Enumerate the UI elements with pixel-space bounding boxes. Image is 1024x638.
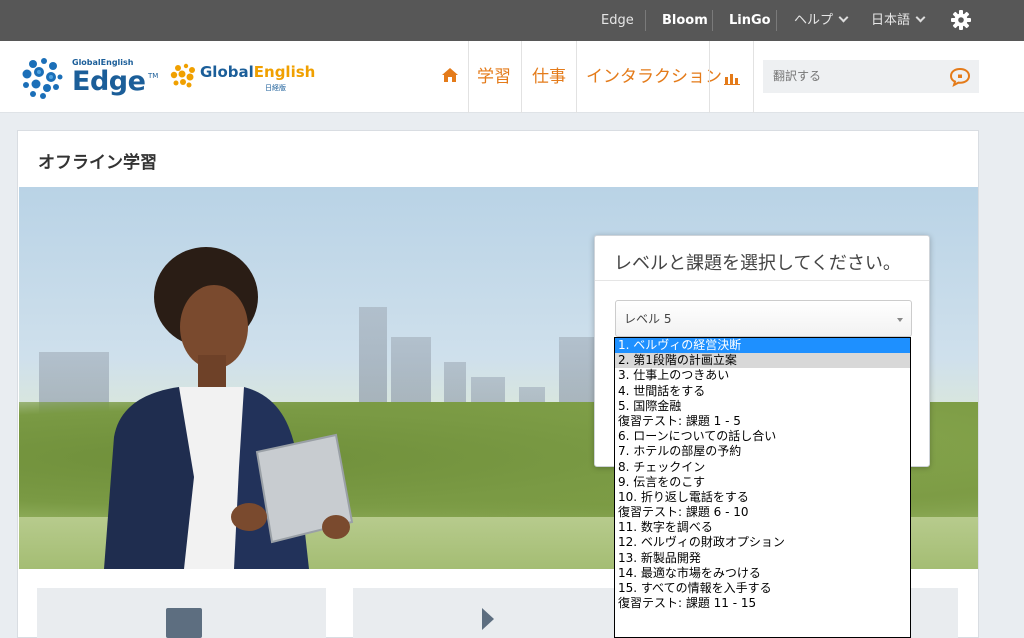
- translate-input[interactable]: [773, 60, 943, 93]
- lesson-option[interactable]: 12. ベルヴィの財政オプション: [615, 535, 910, 550]
- gear-icon[interactable]: [949, 8, 973, 32]
- topbar-link-lingo[interactable]: LinGo: [729, 0, 771, 41]
- lesson-dropdown-list[interactable]: 1. ベルヴィの経営決断 2. 第1段階の計画立案 3. 仕事上のつきあい 4. 世間…: [614, 337, 911, 638]
- logo-globalenglish-text: GlobalEnglish: [200, 63, 315, 81]
- nav-study[interactable]: 学習: [477, 41, 511, 113]
- lesson-option[interactable]: 13. 新製品開発: [615, 551, 910, 566]
- download-card[interactable]: [37, 588, 326, 638]
- lesson-option[interactable]: 7. ホテルの部屋の予約: [615, 444, 910, 459]
- lesson-option[interactable]: 14. 最適な市場をみつける: [615, 566, 910, 581]
- topbar-link-edge[interactable]: Edge: [601, 0, 634, 41]
- topbar-divider: [645, 10, 646, 31]
- level-select[interactable]: レベル 5: [615, 300, 912, 337]
- help-menu[interactable]: ヘルプ: [794, 0, 849, 41]
- logo-english-part: English: [253, 63, 316, 81]
- logo-global-part: Global: [200, 63, 254, 81]
- extra-card[interactable]: [911, 588, 958, 638]
- trademark-mark: TM: [148, 72, 159, 80]
- nav-divider: [521, 41, 522, 113]
- help-label: ヘルプ: [794, 13, 834, 28]
- lesson-option[interactable]: 復習テスト: 課題 6 - 10: [615, 505, 910, 520]
- nav-divider: [576, 41, 577, 113]
- translate-bubble-icon[interactable]: [949, 67, 971, 87]
- nav-divider: [468, 41, 469, 113]
- divider: [595, 280, 929, 281]
- globalenglish-logo-icon[interactable]: [168, 62, 198, 90]
- lesson-option[interactable]: 9. 伝言をのこす: [615, 475, 910, 490]
- lesson-option[interactable]: 6. ローンについての話し合い: [615, 429, 910, 444]
- nav-divider: [709, 41, 710, 113]
- media-card[interactable]: [353, 588, 614, 638]
- topbar-divider: [712, 10, 713, 31]
- topbar-link-bloom[interactable]: Bloom: [662, 0, 708, 41]
- lesson-option[interactable]: 11. 数字を調べる: [615, 520, 910, 535]
- lesson-option[interactable]: 3. 仕事上のつきあい: [615, 368, 910, 383]
- nav-divider: [753, 41, 754, 113]
- woman-with-tablet-image: [104, 247, 354, 569]
- chevron-down-icon: [915, 12, 926, 23]
- lesson-option[interactable]: 4. 世間話をする: [615, 384, 910, 399]
- logo-subtitle: 日経版: [265, 84, 286, 92]
- dialog-title: レベルと課題を選択してください。: [614, 253, 901, 274]
- lesson-option[interactable]: 復習テスト: 課題 11 - 15: [615, 596, 910, 611]
- lesson-option[interactable]: 5. 国際金融: [615, 399, 910, 414]
- bar-chart-icon[interactable]: [724, 71, 740, 85]
- language-menu[interactable]: 日本語: [871, 0, 926, 41]
- translate-search-box[interactable]: [763, 60, 979, 93]
- globalenglish-edge-logo-icon[interactable]: [18, 55, 66, 101]
- lesson-option[interactable]: 10. 折り返し電話をする: [615, 490, 910, 505]
- page-title: オフライン学習: [38, 153, 157, 173]
- topbar-divider: [776, 10, 777, 31]
- language-label: 日本語: [871, 13, 911, 28]
- lesson-option[interactable]: 2. 第1段階の計画立案: [615, 353, 910, 369]
- nav-interaction[interactable]: インタラクション: [586, 41, 722, 113]
- play-icon: [482, 608, 494, 630]
- level-select-value: レベル 5: [624, 312, 672, 326]
- nav-work[interactable]: 仕事: [532, 41, 566, 113]
- chevron-down-icon: [838, 12, 849, 23]
- top-bar: Edge Bloom LinGo ヘルプ 日本語: [0, 0, 1024, 41]
- logo-edge-text: Edge: [72, 66, 146, 97]
- lesson-option[interactable]: 復習テスト: 課題 1 - 5: [615, 414, 910, 429]
- lesson-option[interactable]: 1. ベルヴィの経営決断: [615, 338, 910, 354]
- header: GlobalEnglish Edge TM GlobalEnglish 日経版 …: [0, 41, 1024, 113]
- home-icon[interactable]: [441, 67, 459, 83]
- calendar-icon: [166, 608, 202, 638]
- lesson-option[interactable]: 8. チェックイン: [615, 460, 910, 475]
- lesson-option[interactable]: 15. すべての情報を入手する: [615, 581, 910, 596]
- dropdown-arrow-icon: [897, 318, 903, 322]
